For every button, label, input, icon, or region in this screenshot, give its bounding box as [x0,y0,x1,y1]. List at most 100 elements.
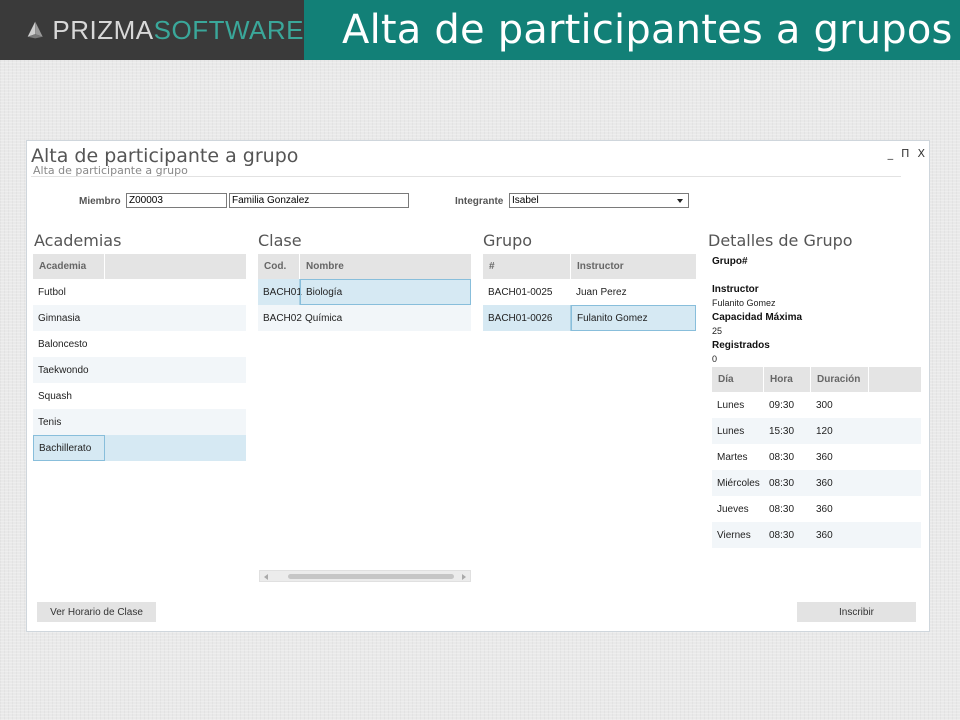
grupo-num-label: Grupo# [712,256,748,267]
academias-grid-header: Academia [33,254,246,279]
ver-horario-button[interactable]: Ver Horario de Clase [37,602,156,622]
scroll-right-arrow-icon[interactable] [462,574,466,580]
nombre-cell: Biología [300,279,471,305]
table-row[interactable]: Futbol [33,279,246,305]
hora-cell: 15:30 [769,425,795,437]
academia-cell: Baloncesto [38,338,88,350]
table-row[interactable]: Taekwondo [33,357,246,383]
inscribir-button[interactable]: Inscribir [797,602,916,622]
academia-cell: Tenis [38,416,62,428]
horario-grid: Día Hora Duración Lunes 09:30 300 Lunes … [712,367,921,548]
table-row[interactable]: BACH02 Química [258,305,471,331]
duracion-cell: 360 [816,529,833,541]
duracion-cell: 360 [816,503,833,515]
dia-cell: Lunes [717,425,745,437]
miembro-label: Miembro [79,196,121,207]
miembro-id-field[interactable]: Z00003 [126,193,227,208]
table-row[interactable]: Baloncesto [33,331,246,357]
table-row[interactable]: Gimnasia [33,305,246,331]
detalles-heading: Detalles de Grupo [708,231,853,250]
hora-cell: 08:30 [769,451,795,463]
column-header-dia[interactable]: Día [712,367,764,392]
table-row[interactable]: Jueves 08:30 360 [712,496,921,522]
grupo-grid: # Instructor BACH01-0025 Juan Perez BACH… [483,254,696,331]
hora-cell: 08:30 [769,503,795,515]
grupo-heading: Grupo [483,231,533,250]
grupo-num-cell: BACH01-0026 [483,305,571,331]
integrante-dropdown[interactable]: Isabel [509,193,689,208]
academia-cell: Gimnasia [38,312,81,324]
title-divider [31,176,901,177]
academia-cell: Taekwondo [38,364,89,376]
nombre-cell: Química [305,312,343,324]
registrados-label: Registrados [712,340,770,351]
scroll-left-arrow-icon[interactable] [264,574,268,580]
instructor-label: Instructor [712,284,759,295]
dropdown-arrow-icon [677,199,683,203]
instructor-value: Fulanito Gomez [712,298,776,308]
duracion-cell: 360 [816,451,833,463]
hora-cell: 09:30 [769,399,795,411]
clase-heading: Clase [258,231,302,250]
header-banner: PRIZMASOFTWARE Alta de participantes a g… [0,0,960,60]
column-header-academia[interactable]: Academia [33,254,105,279]
table-row[interactable]: Lunes 09:30 300 [712,392,921,418]
academia-cell: Squash [38,390,72,402]
horizontal-scrollbar[interactable] [259,570,471,582]
logo-text-software: SOFTWARE [153,14,304,45]
column-header-duracion[interactable]: Duración [811,367,869,392]
column-header-nombre[interactable]: Nombre [300,254,471,279]
window-controls: _ Π X [888,147,925,160]
column-header-hora[interactable]: Hora [764,367,811,392]
table-row[interactable]: BACH01-0025 Juan Perez [483,279,696,305]
dia-cell: Jueves [717,503,749,515]
grupo-num-cell: BACH01-0025 [488,286,553,298]
duracion-cell: 360 [816,477,833,489]
integrante-value: Isabel [512,195,539,206]
table-row[interactable]: Lunes 15:30 120 [712,418,921,444]
grupo-grid-header: # Instructor [483,254,696,279]
registrados-value: 0 [712,354,718,364]
column-header-instructor[interactable]: Instructor [571,254,696,279]
logo-text-prizma: PRIZMA [52,14,154,45]
scrollbar-thumb[interactable] [288,574,454,579]
hora-cell: 08:30 [769,529,795,541]
academias-heading: Academias [34,231,122,250]
minimize-button[interactable]: _ [888,147,894,160]
logo: PRIZMASOFTWARE [0,0,304,60]
close-button[interactable]: X [917,147,925,160]
slide-title-bar: Alta de participantes a grupos [304,0,960,60]
table-row[interactable]: Tenis [33,409,246,435]
capacidad-value: 25 [712,326,723,336]
table-row-selected[interactable]: BACH01-0026 Fulanito Gomez [483,305,696,331]
duracion-cell: 300 [816,399,833,411]
slide-title: Alta de participantes a grupos [342,7,953,53]
clase-grid-header: Cod. Nombre [258,254,471,279]
horario-grid-header: Día Hora Duración [712,367,921,392]
table-row[interactable]: Viernes 08:30 360 [712,522,921,548]
instructor-cell: Fulanito Gomez [571,305,696,331]
table-row[interactable]: Miércoles 08:30 360 [712,470,921,496]
column-header-num[interactable]: # [483,254,571,279]
instructor-cell: Juan Perez [576,286,627,298]
academias-grid: Academia Futbol Gimnasia Baloncesto Taek… [33,254,246,461]
academia-cell: Futbol [38,286,66,298]
app-window: Alta de participante a grupo Alta de par… [26,140,930,632]
column-header-cod[interactable]: Cod. [258,254,300,279]
cod-cell: BACH02 [263,312,302,324]
table-row[interactable]: Squash [33,383,246,409]
cod-cell: BACH01 [258,279,302,305]
academia-cell: Bachillerato [33,435,105,461]
table-row-selected[interactable]: BACH01 Biología [258,279,471,305]
table-row[interactable]: Martes 08:30 360 [712,444,921,470]
dia-cell: Miércoles [717,477,760,489]
table-row-selected[interactable]: Bachillerato [33,435,246,461]
maximize-button[interactable]: Π [901,147,909,160]
capacidad-label: Capacidad Máxima [712,312,803,323]
dia-cell: Martes [717,451,748,463]
pyramid-logo-icon [27,21,43,39]
integrante-label: Integrante [455,196,504,207]
miembro-name-field[interactable]: Familia Gonzalez [229,193,409,208]
clase-grid: Cod. Nombre BACH01 Biología BACH02 Quími… [258,254,471,331]
hora-cell: 08:30 [769,477,795,489]
